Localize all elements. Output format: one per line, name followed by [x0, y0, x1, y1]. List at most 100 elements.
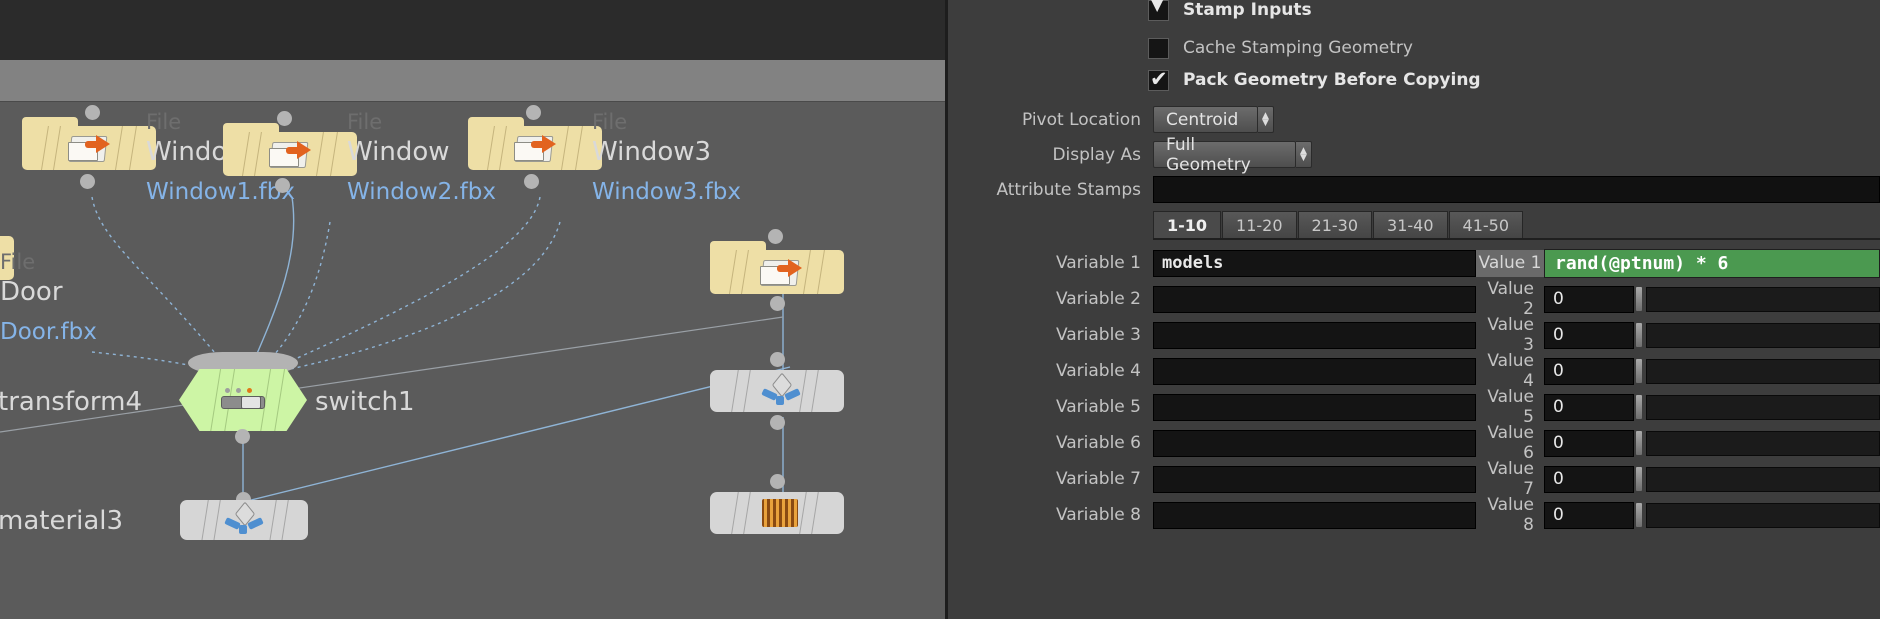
variable-8-input[interactable] — [1153, 501, 1476, 529]
display-as-stepper[interactable]: ▲ ▼ — [1296, 141, 1312, 168]
node-input-port[interactable] — [770, 352, 785, 367]
variable-4-input[interactable] — [1153, 357, 1476, 385]
value-6-overflow-field[interactable] — [1646, 430, 1880, 456]
network-editor[interactable]: File Window5 Window1.fbx File Window Win… — [0, 0, 945, 619]
node-body[interactable] — [468, 117, 602, 170]
variable-2-input[interactable] — [1153, 285, 1476, 313]
node-input-port[interactable] — [768, 229, 783, 244]
parameter-panel[interactable]: Stamp Inputs Cache Stamping Geometry Pac… — [945, 0, 1880, 619]
pack-geometry-label: Pack Geometry Before Copying — [1183, 70, 1481, 90]
node-body[interactable] — [180, 500, 308, 540]
node-body[interactable] — [22, 117, 156, 170]
variable-row-5[interactable]: Variable 5 Value 5 0 — [948, 387, 1880, 427]
value-5-overflow-field[interactable] — [1646, 394, 1880, 420]
node-switch1[interactable]: switch1 transform4 — [0, 352, 415, 444]
value-4-overflow-field[interactable] — [1646, 358, 1880, 384]
pivot-location-stepper[interactable]: ▲ ▼ — [1258, 106, 1274, 133]
node-output-port[interactable] — [770, 296, 785, 311]
value-5-drag-handle[interactable] — [1636, 395, 1642, 419]
variable-4-label: Variable 4 — [1055, 361, 1141, 381]
value-7-input[interactable]: 0 — [1544, 465, 1634, 493]
variable-page-tabs[interactable]: 1-10 11-20 21-30 31-40 41-50 — [1153, 211, 1880, 240]
transform-icon — [224, 501, 264, 534]
value-3-drag-handle[interactable] — [1636, 323, 1642, 347]
value-7-label: Value 7 — [1487, 459, 1534, 499]
value-6-drag-handle[interactable] — [1636, 431, 1642, 455]
value-2-overflow-field[interactable] — [1646, 286, 1880, 312]
pack-geometry-checkbox[interactable] — [1148, 67, 1169, 91]
tab-31-40[interactable]: 31-40 — [1373, 211, 1448, 238]
value-7-drag-handle[interactable] — [1636, 467, 1642, 491]
tab-21-30[interactable]: 21-30 — [1297, 211, 1373, 238]
node-body[interactable] — [710, 492, 844, 534]
node-input-port[interactable] — [85, 105, 100, 120]
node-name-label-transform4: transform4 — [0, 387, 143, 417]
param-stamp-inputs[interactable]: Stamp Inputs — [948, 0, 1880, 32]
node-file-right[interactable] — [710, 229, 844, 311]
tab-11-20[interactable]: 11-20 — [1222, 211, 1297, 238]
node-input-port[interactable] — [526, 105, 541, 120]
value-3-input[interactable]: 0 — [1544, 321, 1634, 349]
param-pack-geometry-before-copying[interactable]: Pack Geometry Before Copying — [948, 64, 1880, 96]
node-output-port[interactable] — [275, 178, 290, 193]
node-input-port[interactable] — [770, 474, 785, 489]
variable-1-input[interactable]: models — [1153, 249, 1476, 277]
value-8-drag-handle[interactable] — [1636, 503, 1642, 527]
variable-row-1[interactable]: Variable 1 models Value 1 rand(@ptnum) *… — [948, 245, 1880, 281]
variable-5-input[interactable] — [1153, 393, 1476, 421]
node-transform-right[interactable] — [710, 352, 844, 430]
node-body[interactable] — [710, 370, 844, 412]
value-8-input[interactable]: 0 — [1544, 501, 1634, 529]
variable-7-label: Variable 7 — [1055, 469, 1141, 489]
value-3-label: Value 3 — [1487, 315, 1534, 355]
value-1-expression-input[interactable]: rand(@ptnum) * 6 — [1544, 248, 1880, 278]
variable-3-input[interactable] — [1153, 321, 1476, 349]
variable-row-7[interactable]: Variable 7 Value 7 0 — [948, 459, 1880, 499]
node-material-right[interactable] — [710, 474, 844, 534]
value-3-overflow-field[interactable] — [1646, 322, 1880, 348]
node-file-door[interactable]: File Door Door.fbx — [0, 236, 97, 345]
variable-row-2[interactable]: Variable 2 Value 2 0 — [948, 279, 1880, 319]
value-5-input[interactable]: 0 — [1544, 393, 1634, 421]
value-8-overflow-field[interactable] — [1646, 502, 1880, 528]
cache-stamping-geometry-checkbox[interactable] — [1148, 37, 1169, 59]
node-output-port[interactable] — [80, 174, 95, 189]
param-pivot-location[interactable]: Pivot Location Centroid ▲ ▼ — [948, 102, 1880, 137]
tab-41-50[interactable]: 41-50 — [1448, 211, 1524, 238]
network-path-bar[interactable] — [0, 60, 945, 102]
variable-row-8[interactable]: Variable 8 Value 8 0 — [948, 495, 1880, 535]
node-file-window5[interactable]: File Window5 Window1.fbx — [22, 105, 295, 205]
node-body[interactable] — [179, 369, 307, 431]
node-body[interactable] — [710, 241, 844, 294]
node-output-port[interactable] — [524, 174, 539, 189]
node-body[interactable] — [223, 123, 357, 176]
node-output-port[interactable] — [770, 415, 785, 430]
node-file-label: Window2.fbx — [347, 179, 496, 205]
param-display-as[interactable]: Display As Full Geometry ▲ ▼ — [948, 135, 1880, 175]
stamp-inputs-checkbox[interactable] — [1148, 0, 1169, 21]
value-2-input[interactable]: 0 — [1544, 285, 1634, 313]
variable-row-4[interactable]: Variable 4 Value 4 0 — [948, 351, 1880, 391]
variable-row-3[interactable]: Variable 3 Value 3 0 — [948, 315, 1880, 355]
pivot-location-dropdown[interactable]: Centroid — [1153, 106, 1258, 133]
param-cache-stamping-geometry[interactable]: Cache Stamping Geometry — [948, 32, 1880, 64]
value-2-drag-handle[interactable] — [1636, 287, 1642, 311]
variable-7-input[interactable] — [1153, 465, 1476, 493]
param-attribute-stamps[interactable]: Attribute Stamps — [948, 172, 1880, 207]
variable-row-6[interactable]: Variable 6 Value 6 0 — [948, 423, 1880, 463]
node-input-port[interactable] — [277, 111, 292, 126]
variable-6-label: Variable 6 — [1055, 433, 1141, 453]
node-material3[interactable]: material3 — [0, 492, 308, 540]
attribute-stamps-input[interactable] — [1153, 176, 1880, 203]
network-canvas[interactable]: File Window5 Window1.fbx File Window Win… — [0, 102, 945, 619]
node-output-port[interactable] — [235, 429, 250, 444]
node-file-window[interactable]: File Window Window2.fbx — [223, 110, 496, 205]
tab-1-10[interactable]: 1-10 — [1153, 211, 1222, 238]
display-as-dropdown[interactable]: Full Geometry — [1153, 135, 1296, 175]
variable-6-input[interactable] — [1153, 429, 1476, 457]
value-7-overflow-field[interactable] — [1646, 466, 1880, 492]
value-4-input[interactable]: 0 — [1544, 357, 1634, 385]
node-file-window3[interactable]: File Window3 Window3.fbx — [468, 105, 741, 205]
value-6-input[interactable]: 0 — [1544, 429, 1634, 457]
value-4-drag-handle[interactable] — [1636, 359, 1642, 383]
